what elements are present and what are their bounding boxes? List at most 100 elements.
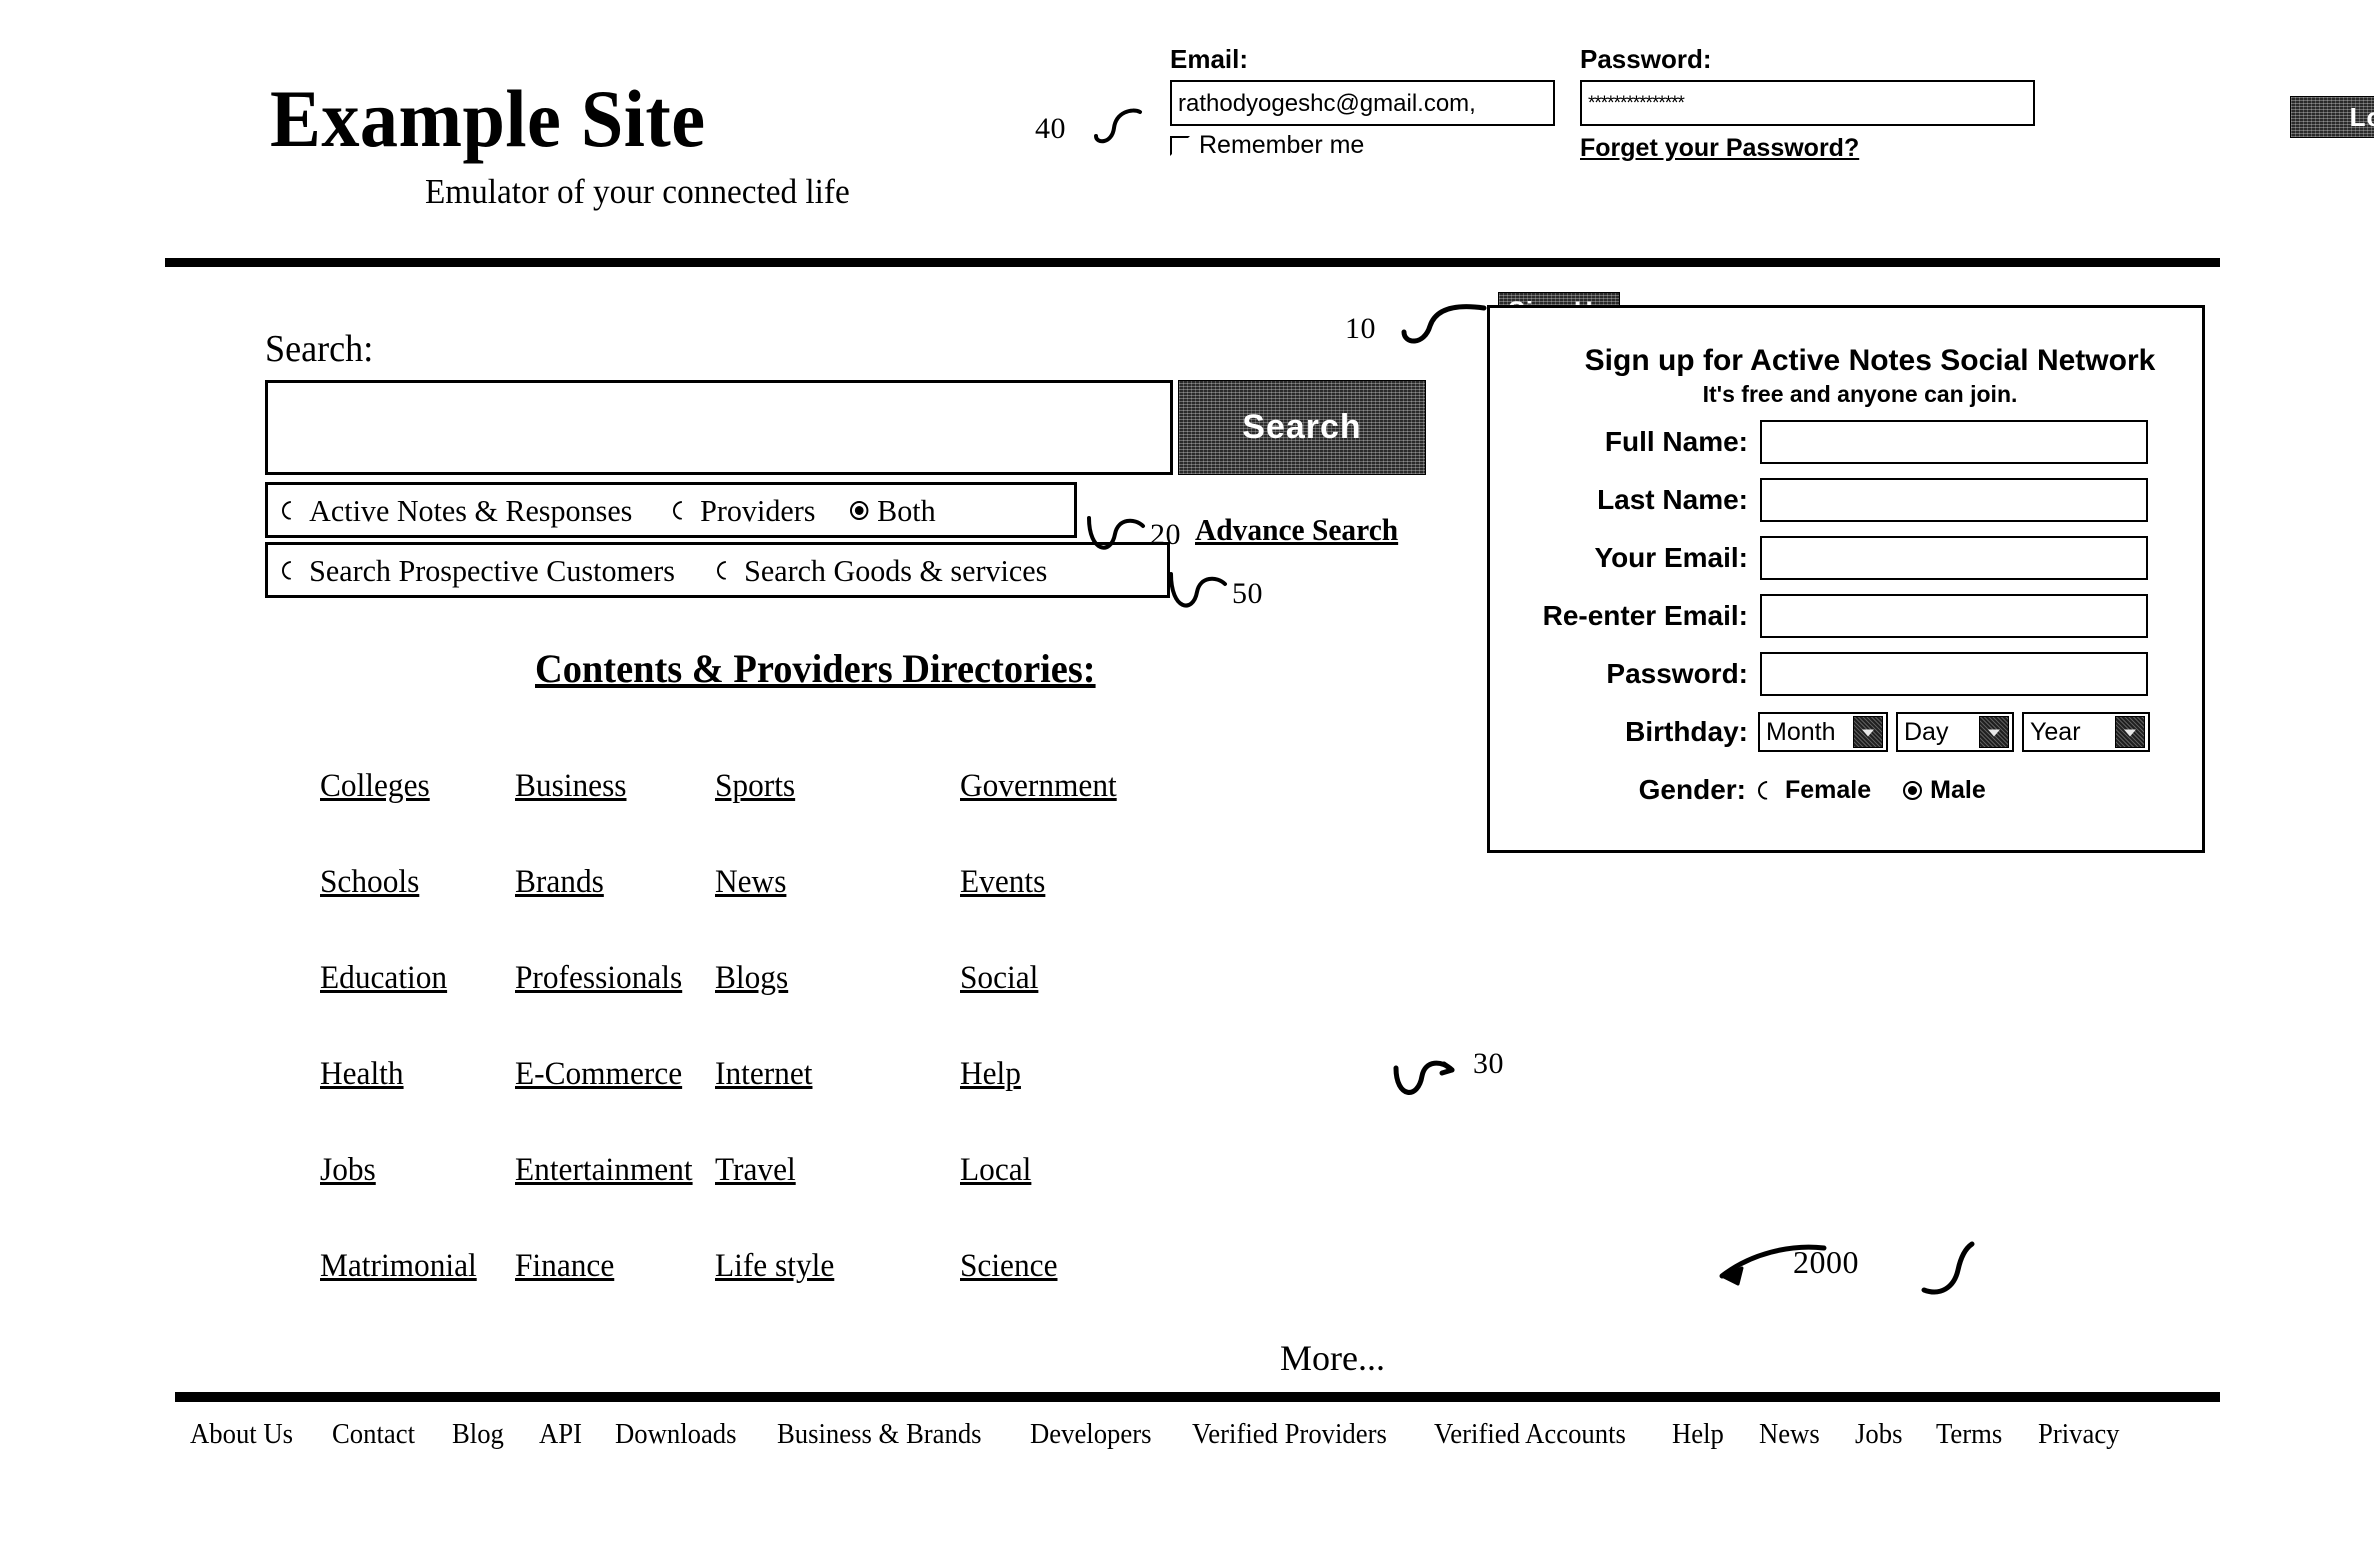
site-tagline: Emulator of your connected life xyxy=(425,172,850,211)
password-label: Password: xyxy=(1580,44,1712,74)
remember-me-row[interactable]: Remember me xyxy=(1170,133,1560,158)
forgot-password-link[interactable]: Forget your Password? xyxy=(1580,134,1859,163)
footer-link-developers[interactable]: Developers xyxy=(1030,1420,1151,1449)
radio-icon[interactable] xyxy=(673,500,683,520)
radio-icon[interactable] xyxy=(282,500,291,520)
footer-link-about-us[interactable]: About Us xyxy=(190,1420,293,1449)
advance-search-link[interactable]: Advance Search xyxy=(1195,512,1398,548)
callout-leader-10 xyxy=(1400,300,1500,348)
site-header: Example Site Emulator of your connected … xyxy=(0,0,2374,270)
radio-search-prospective-customers[interactable]: Search Prospective Customers xyxy=(282,555,675,586)
signup-title: Sign up for Active Notes Social Network xyxy=(1584,344,2156,377)
footer-link-terms[interactable]: Terms xyxy=(1936,1420,2002,1449)
signup-panel-body: Sign up for Active Notes Social Network … xyxy=(1490,308,2202,850)
signup-subtitle: It's free and anyone can join. xyxy=(1702,381,2018,407)
directory-link-sports[interactable]: Sports xyxy=(715,770,795,803)
site-branding: Example Site Emulator of your connected … xyxy=(270,78,850,210)
footer-link-jobs[interactable]: Jobs xyxy=(1855,1420,1902,1449)
callout-leader-50 xyxy=(1167,568,1237,618)
full-name-label: Full Name: xyxy=(1604,426,1748,457)
login-password-column: Password: *************** Forget your Pa… xyxy=(1580,46,2180,163)
signup-panel: Sign up for Active Notes Social Network … xyxy=(1487,305,2205,853)
birthday-year-select[interactable]: Year xyxy=(2022,712,2150,752)
footer-nav: About Us Contact Blog API Downloads Busi… xyxy=(190,1420,2200,1449)
directory-link-help[interactable]: Help xyxy=(960,1058,1021,1091)
radio-both[interactable]: Both xyxy=(850,495,936,526)
radio-gender-female[interactable]: Female xyxy=(1758,777,1871,803)
last-name-field[interactable] xyxy=(1760,478,2148,522)
radio-icon[interactable] xyxy=(717,560,726,580)
directory-link-matrimonial[interactable]: Matrimonial xyxy=(320,1250,477,1283)
login-button[interactable]: Login xyxy=(2290,96,2374,138)
callout-leader-20 xyxy=(1085,512,1155,560)
directory-link-government[interactable]: Government xyxy=(960,770,1117,803)
directory-link-internet[interactable]: Internet xyxy=(715,1058,812,1091)
directory-link-science[interactable]: Science xyxy=(960,1250,1057,1283)
birthday-label: Birthday: xyxy=(1625,716,1748,747)
callout-number-40: 40 xyxy=(1035,112,1066,145)
email-label: Email: xyxy=(1170,44,1249,74)
remember-me-label: Remember me xyxy=(1199,131,1365,159)
radio-icon-selected[interactable] xyxy=(1903,780,1923,800)
footer-link-downloads[interactable]: Downloads xyxy=(615,1420,737,1449)
reenter-email-label: Re-enter Email: xyxy=(1542,600,1748,631)
signup-password-label: Password: xyxy=(1606,658,1748,689)
signup-row-password: Password: xyxy=(1490,650,2202,698)
footer-link-news[interactable]: News xyxy=(1759,1420,1820,1449)
directory-link-news[interactable]: News xyxy=(715,866,786,899)
directory-link-blogs[interactable]: Blogs xyxy=(715,962,788,995)
chevron-down-icon[interactable] xyxy=(1853,716,1883,748)
password-field[interactable]: *************** xyxy=(1580,80,2035,126)
directory-link-jobs[interactable]: Jobs xyxy=(320,1154,376,1187)
radio-search-goods-services[interactable]: Search Goods & services xyxy=(717,555,1047,586)
footer-link-contact[interactable]: Contact xyxy=(332,1420,415,1449)
email-field[interactable]: rathodyogeshc@gmail.com, xyxy=(1170,80,1555,126)
footer-link-verified-accounts[interactable]: Verified Accounts xyxy=(1434,1420,1626,1449)
birthday-day-select[interactable]: Day xyxy=(1896,712,2014,752)
directory-link-lifestyle[interactable]: Life style xyxy=(715,1250,834,1283)
footer-link-business-brands[interactable]: Business & Brands xyxy=(777,1420,982,1449)
callout-leader-30 xyxy=(1392,1052,1466,1102)
search-input[interactable] xyxy=(265,380,1173,475)
search-button[interactable]: Search xyxy=(1178,380,1426,475)
search-label: Search: xyxy=(265,328,374,370)
directory-link-finance[interactable]: Finance xyxy=(515,1250,614,1283)
directory-link-travel[interactable]: Travel xyxy=(715,1154,796,1187)
directory-link-social[interactable]: Social xyxy=(960,962,1038,995)
footer-link-help[interactable]: Help xyxy=(1672,1420,1724,1449)
radio-icon-selected[interactable] xyxy=(850,500,869,520)
chevron-down-icon[interactable] xyxy=(1979,716,2009,748)
directory-link-education[interactable]: Education xyxy=(320,962,447,995)
directory-link-colleges[interactable]: Colleges xyxy=(320,770,430,803)
signup-password-field[interactable] xyxy=(1760,652,2148,696)
directory-link-brands[interactable]: Brands xyxy=(515,866,604,899)
chevron-down-icon[interactable] xyxy=(2115,716,2145,748)
radio-gender-male[interactable]: Male xyxy=(1903,777,1986,803)
birthday-year-value: Year xyxy=(2030,717,2081,746)
footer-link-blog[interactable]: Blog xyxy=(452,1420,504,1449)
your-email-field[interactable] xyxy=(1760,536,2148,580)
directory-link-health[interactable]: Health xyxy=(320,1058,404,1091)
callout-leader-40 xyxy=(1092,100,1152,144)
directory-link-local[interactable]: Local xyxy=(960,1154,1031,1187)
radio-icon[interactable] xyxy=(282,560,291,580)
directory-link-professionals[interactable]: Professionals xyxy=(515,962,682,995)
radio-active-notes-responses[interactable]: Active Notes & Responses xyxy=(282,495,632,526)
full-name-field[interactable] xyxy=(1760,420,2148,464)
directory-link-events[interactable]: Events xyxy=(960,866,1045,899)
radio-icon[interactable] xyxy=(1758,780,1768,800)
birthday-month-select[interactable]: Month xyxy=(1758,712,1888,752)
more-link[interactable]: More... xyxy=(1280,1340,1385,1376)
reenter-email-field[interactable] xyxy=(1760,594,2148,638)
remember-me-checkbox[interactable] xyxy=(1170,135,1190,156)
search-row: Search xyxy=(265,380,1445,478)
directory-link-business[interactable]: Business xyxy=(515,770,626,803)
footer-link-privacy[interactable]: Privacy xyxy=(2038,1420,2120,1449)
directory-link-ecommerce[interactable]: E-Commerce xyxy=(515,1058,682,1091)
directory-link-entertainment[interactable]: Entertainment xyxy=(515,1154,693,1187)
radio-providers[interactable]: Providers xyxy=(673,495,816,526)
footer-link-verified-providers[interactable]: Verified Providers xyxy=(1192,1420,1387,1449)
directory-link-schools[interactable]: Schools xyxy=(320,866,419,899)
callout-leader-2000-right xyxy=(1868,1240,1978,1300)
footer-link-api[interactable]: API xyxy=(539,1420,582,1449)
